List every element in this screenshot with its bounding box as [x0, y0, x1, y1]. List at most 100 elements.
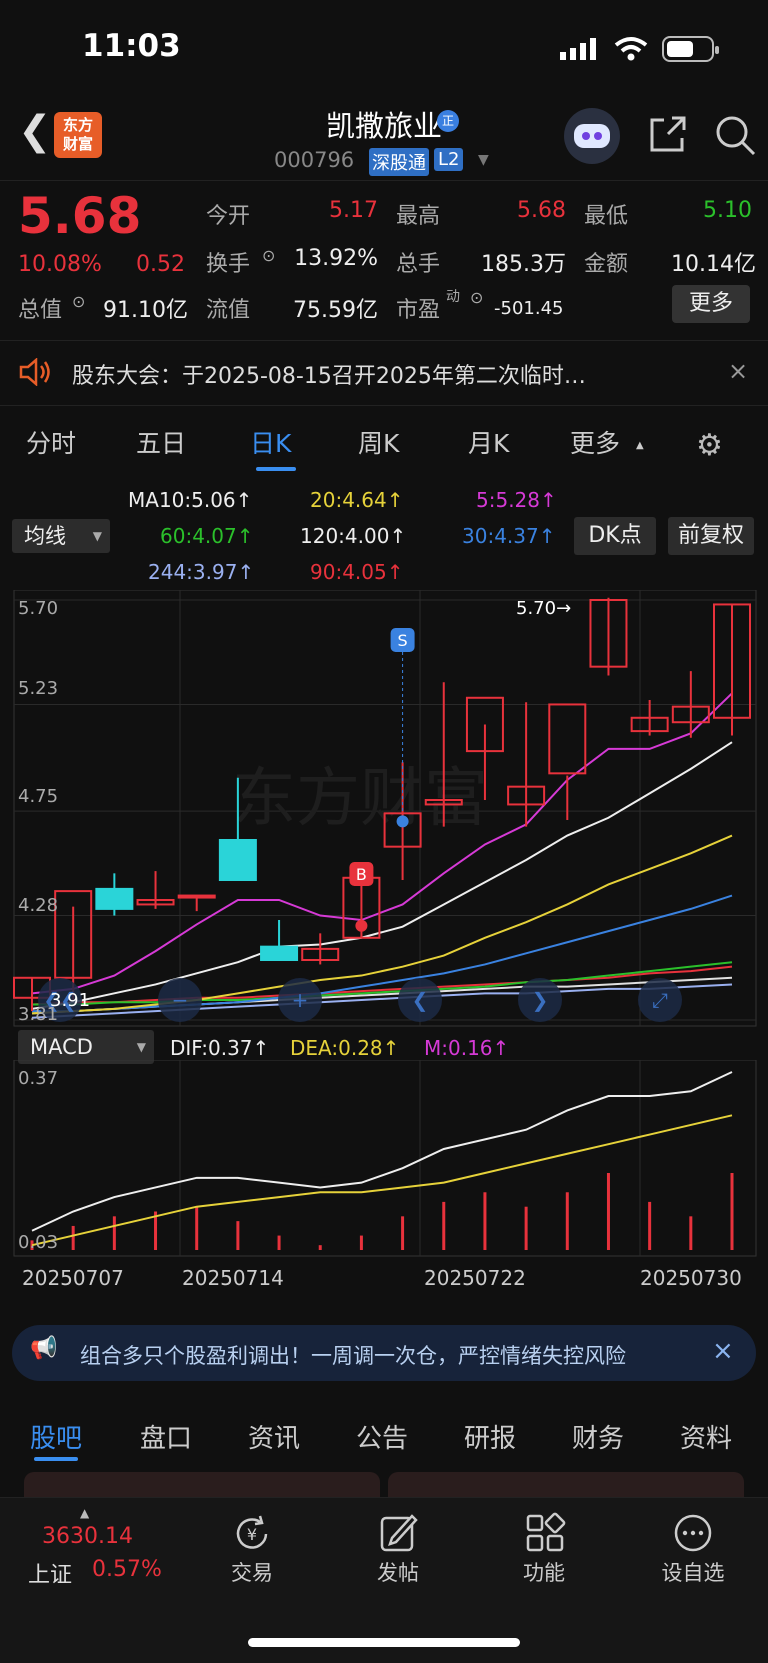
tag-dropdown-icon[interactable]: ▼ [478, 152, 489, 168]
next-icon-glyph: ❯ [532, 988, 549, 1012]
prev-icon[interactable]: ❮ [398, 978, 442, 1022]
tab-pankou[interactable]: 盘口 [140, 1418, 192, 1455]
zoom-in-icon[interactable]: + [278, 978, 322, 1022]
macd-ytick-label: 0.37 [18, 1068, 59, 1089]
ad-text[interactable]: 组合多只个股盈利调出！一周调一次仓，严控情绪失控风险 [80, 1340, 700, 1370]
signal-icon [560, 38, 596, 60]
prev-icon-glyph: ❮ [412, 988, 429, 1012]
share-icon[interactable] [648, 114, 688, 154]
more-icon[interactable] [672, 1512, 714, 1554]
index-name[interactable]: 上证 [28, 1557, 72, 1589]
nav-function-label[interactable]: 功能 [504, 1557, 584, 1587]
next-icon[interactable]: ❯ [518, 978, 562, 1022]
active-bottom-tab-indicator [34, 1457, 78, 1461]
dk-point-button[interactable]: DK点 [574, 517, 656, 555]
assistant-avatar[interactable] [564, 108, 620, 164]
ma5-label: 5:5.28↑ [476, 488, 557, 512]
index-pct[interactable]: 0.57% [92, 1557, 162, 1582]
nav-trade-label[interactable]: 交易 [212, 1557, 292, 1587]
notice-text[interactable]: 股东大会：于2025-08-15召开2025年第二次临时… [72, 358, 586, 390]
zoom-out-icon[interactable]: − [158, 978, 202, 1022]
status-time: 11:03 [82, 28, 181, 64]
tab-announcements[interactable]: 公告 [356, 1418, 408, 1455]
tab-more-caret-icon: ▲ [636, 440, 644, 451]
open-label: 今开 [206, 204, 251, 229]
nav-watchlist-label[interactable]: 设自选 [653, 1557, 733, 1587]
candle-body [548, 703, 587, 775]
zoom-out-icon-glyph: − [172, 988, 189, 1012]
stock-code: 000796 [274, 148, 355, 172]
svg-text:¥: ¥ [247, 1525, 257, 1544]
gear-icon[interactable]: ⚙ [696, 428, 723, 463]
dea-label: DEA:0.28↑ [290, 1036, 400, 1060]
tab-research[interactable]: 研报 [464, 1418, 516, 1455]
tab-weekly-k[interactable]: 周K [358, 424, 399, 460]
tab-monthly-k[interactable]: 月K [468, 424, 509, 460]
fullscreen-icon[interactable]: ⤢ [638, 978, 682, 1022]
tab-more[interactable]: 更多 [570, 424, 620, 460]
float-label: 流值 [206, 298, 251, 323]
megaphone-icon: 📢 [30, 1336, 58, 1361]
turnover-label: 换手 [206, 252, 251, 277]
adjust-button[interactable]: 前复权 [668, 517, 754, 555]
kline-chart[interactable]: 东方财富SB❮❮ − + ❮ ❯ ⤢ [0, 590, 768, 1030]
m-label: M:0.16↑ [424, 1036, 510, 1060]
date-label: 20250714 [182, 1266, 284, 1290]
pe-info-icon[interactable]: ⊙ [470, 288, 483, 307]
candle-body [260, 945, 299, 961]
nav-post-label[interactable]: 发帖 [358, 1557, 438, 1587]
index-value[interactable]: 3630.14 [42, 1524, 133, 1549]
ma5-line [31, 692, 733, 995]
volume-label: 总手 [396, 252, 441, 277]
notice-close-icon[interactable]: × [728, 357, 748, 385]
speaker-icon [19, 358, 50, 386]
ma20-line [31, 834, 733, 1015]
ma-selector-label: 均线 [24, 524, 66, 548]
chevron-down-icon: ▼ [136, 1040, 146, 1054]
grid-icon[interactable] [524, 1512, 566, 1554]
macd-selector[interactable]: MACD ▼ [18, 1030, 154, 1064]
pe-value: -501.45 [494, 298, 564, 319]
fullscreen-icon-glyph: ⤢ [652, 988, 668, 1012]
chevron-down-icon: ▼ [92, 529, 102, 543]
tab-guba[interactable]: 股吧 [30, 1418, 82, 1455]
tab-news[interactable]: 资讯 [248, 1418, 300, 1455]
macd-selector-label: MACD [30, 1035, 93, 1059]
ma30-label: 30:4.37↑ [462, 524, 556, 548]
mktcap-value: 91.10亿 [103, 298, 188, 323]
ma-selector[interactable]: 均线 ▼ [12, 519, 110, 553]
tab-profile[interactable]: 资料 [680, 1418, 732, 1455]
buy-signal-text: B [356, 865, 367, 884]
date-label: 20250707 [22, 1266, 124, 1290]
k-ytick-label: 5.70 [18, 598, 59, 619]
high-label: 最高 [396, 204, 441, 229]
macd-frame [13, 1060, 757, 1257]
tab-finance[interactable]: 财务 [572, 1418, 624, 1455]
turnover-value: 13.92% [294, 246, 378, 271]
edit-icon[interactable] [378, 1512, 420, 1554]
wifi-icon [614, 37, 648, 61]
macd-ytick-label: 0.03 [18, 1232, 59, 1253]
date-label: 20250730 [640, 1266, 742, 1290]
ad-close-icon[interactable]: × [712, 1336, 734, 1366]
more-button[interactable]: 更多 [672, 285, 750, 323]
low-marker: 3.91 [50, 990, 91, 1011]
yen-icon[interactable]: ¥ [230, 1512, 274, 1556]
ma60-label: 60:4.07↑ [160, 524, 254, 548]
tab-intraday[interactable]: 分时 [26, 424, 76, 460]
tab-five-day[interactable]: 五日 [136, 424, 186, 460]
macd-chart[interactable] [0, 1060, 768, 1260]
change-pct: 10.08% [18, 252, 102, 277]
pe-label: 市盈 [396, 298, 441, 323]
float-value: 75.59亿 [293, 298, 378, 323]
candle-body [95, 887, 134, 910]
k-ytick-label: 5.23 [18, 678, 59, 699]
mktcap-info-icon[interactable]: ⊙ [72, 292, 85, 311]
search-icon[interactable] [714, 114, 756, 156]
home-indicator [248, 1638, 520, 1647]
tab-daily-k[interactable]: 日K [250, 424, 291, 460]
amount-value: 10.14亿 [671, 252, 756, 277]
turnover-info-icon[interactable]: ⊙ [262, 246, 275, 265]
high-marker: 5.70→ [516, 598, 572, 619]
watermark: 东方财富 [232, 762, 488, 836]
